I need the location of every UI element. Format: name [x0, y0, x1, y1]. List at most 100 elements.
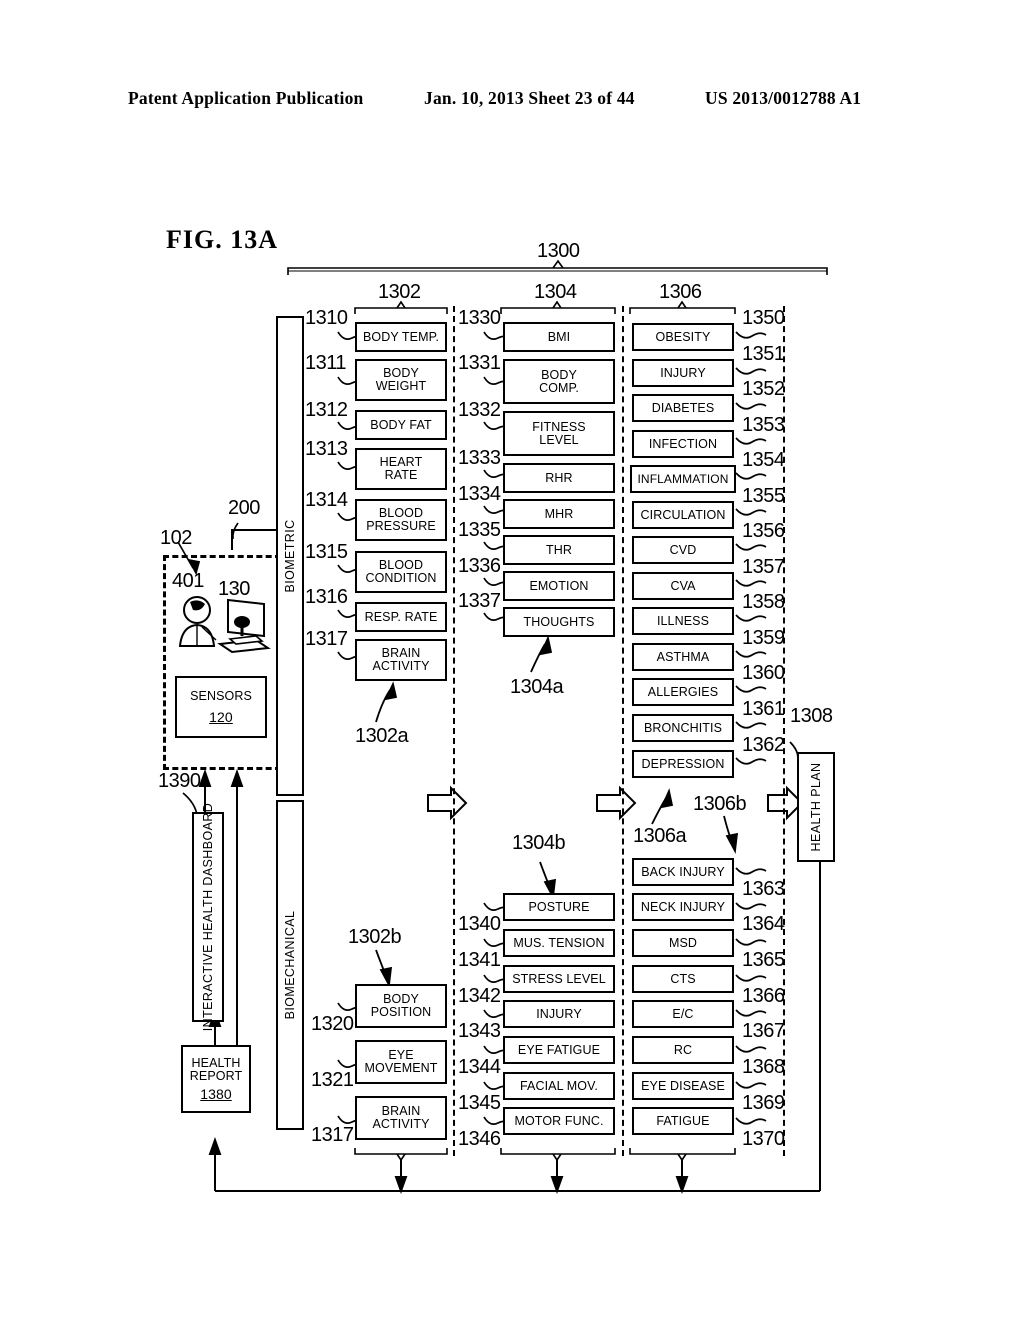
node-label: MSD [668, 935, 698, 950]
ref-1365: 1365 [742, 949, 785, 971]
node-obesity[interactable]: OBESITY [632, 323, 734, 351]
ref-1300: 1300 [537, 240, 580, 262]
node-stress-level[interactable]: STRESS LEVEL [503, 965, 615, 993]
node-brain-activity[interactable]: BRAIN ACTIVITY [355, 639, 447, 681]
node-injury-lower[interactable]: INJURY [503, 1000, 615, 1028]
ref-1334: 1334 [458, 483, 501, 505]
node-blood-pressure[interactable]: BLOOD PRESSURE [355, 499, 447, 541]
ref-1343: 1343 [458, 1020, 501, 1042]
node-facial-mov[interactable]: FACIAL MOV. [503, 1072, 615, 1100]
node-label: INJURY [536, 1006, 582, 1021]
node-label: BODY FAT [370, 417, 432, 432]
ref-1390: 1390 [158, 770, 201, 792]
node-label: THR [546, 542, 572, 557]
node-eye-disease[interactable]: EYE DISEASE [632, 1072, 734, 1100]
node-thr[interactable]: THR [503, 535, 615, 565]
health-report-line2: REPORT [189, 1069, 243, 1083]
ref-1308: 1308 [790, 705, 833, 727]
node-label: BMI [547, 329, 571, 344]
node-label: HEART RATE [379, 455, 423, 482]
node-label: MHR [544, 506, 574, 521]
node-body-temp[interactable]: BODY TEMP. [355, 322, 447, 352]
node-injury[interactable]: INJURY [632, 359, 734, 387]
ref-1356: 1356 [742, 520, 785, 542]
ref-1361: 1361 [742, 698, 785, 720]
health-report-box[interactable]: HEALTH REPORT 1380 [181, 1045, 251, 1113]
node-body-position[interactable]: BODY POSITION [355, 984, 447, 1028]
node-label: ASTHMA [656, 649, 710, 664]
node-label: INFECTION [648, 436, 718, 451]
node-label: DEPRESSION [641, 756, 725, 771]
ref-1302a: 1302a [355, 725, 409, 747]
node-motor-func[interactable]: MOTOR FUNC. [503, 1107, 615, 1135]
node-allergies[interactable]: ALLERGIES [632, 678, 734, 706]
node-rc[interactable]: RC [632, 1036, 734, 1064]
ref-1302b: 1302b [348, 926, 402, 948]
node-brain-activity-lower[interactable]: BRAIN ACTIVITY [355, 1096, 447, 1140]
node-eye-fatigue[interactable]: EYE FATIGUE [503, 1036, 615, 1064]
sensors-label: SENSORS [190, 689, 252, 703]
node-bronchitis[interactable]: BRONCHITIS [632, 714, 734, 742]
node-ec[interactable]: E/C [632, 1000, 734, 1028]
node-label: RESP. RATE [364, 609, 438, 624]
node-inflammation[interactable]: INFLAMMATION [630, 465, 736, 493]
node-cts[interactable]: CTS [632, 965, 734, 993]
node-rhr[interactable]: RHR [503, 463, 615, 493]
node-blood-condition[interactable]: BLOOD CONDITION [355, 551, 447, 593]
node-label: STRESS LEVEL [512, 971, 606, 986]
header-date-sheet: Jan. 10, 2013 Sheet 23 of 44 [424, 88, 635, 108]
node-bmi[interactable]: BMI [503, 322, 615, 352]
node-label: CIRCULATION [640, 507, 726, 522]
node-eye-movement[interactable]: EYE MOVEMENT [355, 1040, 447, 1084]
ref-1354: 1354 [742, 449, 785, 471]
node-label: MUS. TENSION [513, 935, 605, 950]
node-fatigue[interactable]: FATIGUE [632, 1107, 734, 1135]
node-label: DIABETES [651, 400, 715, 415]
ref-1363: 1363 [742, 878, 785, 900]
node-label: FACIAL MOV. [520, 1078, 598, 1093]
node-depression[interactable]: DEPRESSION [632, 750, 734, 778]
node-body-weight[interactable]: BODY WEIGHT [355, 359, 447, 401]
ref-1313: 1313 [305, 438, 348, 460]
ref-1311: 1311 [305, 352, 347, 374]
node-cvd[interactable]: CVD [632, 536, 734, 564]
node-label: BRAIN ACTIVITY [372, 1104, 430, 1131]
ref-1360: 1360 [742, 662, 785, 684]
ref-1312: 1312 [305, 399, 348, 421]
ref-1366: 1366 [742, 985, 785, 1007]
node-asthma[interactable]: ASTHMA [632, 643, 734, 671]
ref-1317: 1317 [305, 628, 348, 650]
node-circulation[interactable]: CIRCULATION [632, 501, 734, 529]
patent-figure-sheet: Patent Application Publication Jan. 10, … [0, 0, 1024, 1320]
node-resp-rate[interactable]: RESP. RATE [355, 602, 447, 632]
node-body-comp[interactable]: BODY COMP. [503, 359, 615, 404]
stage-divider-1 [453, 306, 455, 1156]
node-msd[interactable]: MSD [632, 929, 734, 957]
node-cva[interactable]: CVA [632, 572, 734, 600]
ref-1370: 1370 [742, 1128, 785, 1150]
node-illness[interactable]: ILLNESS [632, 607, 734, 635]
ref-1341: 1341 [458, 949, 501, 971]
ref-1333: 1333 [458, 447, 501, 469]
header-patent-number: US 2013/0012788 A1 [705, 88, 862, 108]
node-thoughts[interactable]: THOUGHTS [503, 607, 615, 637]
node-neck-injury[interactable]: NECK INJURY [632, 893, 734, 921]
node-label: RC [673, 1042, 693, 1057]
node-heart-rate[interactable]: HEART RATE [355, 448, 447, 490]
node-label: BLOOD CONDITION [365, 558, 437, 585]
node-mhr[interactable]: MHR [503, 499, 615, 529]
node-fitness-level[interactable]: FITNESS LEVEL [503, 411, 615, 456]
header-publication: Patent Application Publication [128, 88, 364, 108]
node-posture[interactable]: POSTURE [503, 893, 615, 921]
node-emotion[interactable]: EMOTION [503, 571, 615, 601]
ref-1317b: 1317 [311, 1124, 354, 1146]
ref-1304: 1304 [534, 281, 577, 303]
node-diabetes[interactable]: DIABETES [632, 394, 734, 422]
node-mus-tension[interactable]: MUS. TENSION [503, 929, 615, 957]
ref-1304a: 1304a [510, 676, 564, 698]
health-report-ref: 1380 [200, 1086, 232, 1102]
node-body-fat[interactable]: BODY FAT [355, 410, 447, 440]
node-infection[interactable]: INFECTION [632, 430, 734, 458]
node-back-injury[interactable]: BACK INJURY [632, 858, 734, 886]
health-plan-label: HEALTH PLAN [809, 762, 823, 852]
